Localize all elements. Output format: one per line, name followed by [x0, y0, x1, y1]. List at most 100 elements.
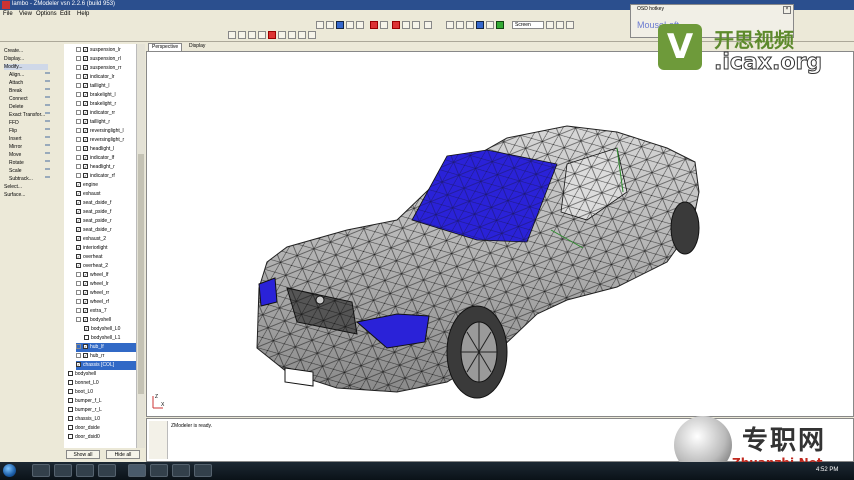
menu-file[interactable]: File [3, 11, 13, 17]
visibility-checkbox[interactable]: ✓ [76, 254, 81, 260]
cmd-align[interactable]: Align... [9, 72, 24, 78]
visibility-checkbox[interactable] [68, 434, 73, 440]
axis-x-icon[interactable] [546, 21, 554, 29]
view-mode-select[interactable]: Screen [512, 21, 544, 29]
expand-icon[interactable] [76, 101, 81, 107]
tree-item[interactable]: ✓ headlight_r [76, 163, 138, 172]
visibility-checkbox[interactable]: ✓ [83, 74, 88, 80]
tree-item[interactable]: ✓ headlight_l [76, 145, 138, 154]
cmd-connect[interactable]: Connect [9, 96, 28, 102]
visibility-checkbox[interactable] [68, 425, 73, 431]
expand-icon[interactable] [76, 92, 81, 98]
cmd-flip[interactable]: Flip [9, 128, 17, 134]
tree-item[interactable]: ✓ wheel_lr [76, 280, 138, 289]
tree-item[interactable]: ✓ overheat [76, 253, 138, 262]
tree-item[interactable]: ✓ seat_pside_r [76, 217, 138, 226]
expand-icon[interactable] [76, 56, 81, 62]
menu-edit[interactable]: Edit [60, 11, 70, 17]
tree-item[interactable]: boot_L0 [68, 388, 138, 397]
visibility-checkbox[interactable]: ✓ [76, 209, 81, 215]
expand-icon[interactable] [76, 281, 81, 287]
view-left-icon[interactable] [248, 31, 256, 39]
save-file-icon[interactable] [336, 21, 344, 29]
visibility-checkbox[interactable]: ✓ [76, 191, 81, 197]
visibility-checkbox[interactable]: ✓ [83, 164, 88, 170]
tree-item[interactable]: ✓ suspension_rr [76, 64, 138, 73]
expand-icon[interactable] [76, 47, 81, 53]
visibility-checkbox[interactable]: ✓ [83, 299, 88, 305]
taskbar-app-explorer-icon[interactable] [32, 464, 50, 477]
expand-icon[interactable] [76, 65, 81, 71]
cmd-exact-transform[interactable]: Exact Transfor... [9, 112, 45, 118]
cmd-insert[interactable]: Insert [9, 136, 22, 142]
menu-help[interactable]: Help [77, 11, 89, 17]
tree-item[interactable]: ✓ chassis [COL] [76, 361, 138, 370]
tree-item[interactable]: ✓ bodyshell [76, 316, 138, 325]
tree-item[interactable]: bonnet_L0 [68, 379, 138, 388]
tree-item[interactable]: ✓ indicator_rf [76, 172, 138, 181]
tree-item[interactable]: ✓ brakelight_r [76, 100, 138, 109]
visibility-checkbox[interactable]: ✓ [83, 281, 88, 287]
tree-item[interactable]: ✓ overheat_2 [76, 262, 138, 271]
cmd-scale[interactable]: Scale [9, 168, 22, 174]
show-all-button[interactable]: Show all [66, 450, 100, 459]
taskbar-app-tool-icon[interactable] [172, 464, 190, 477]
help-icon[interactable] [424, 21, 432, 29]
tree-item[interactable]: ✓ wheel_rr [76, 289, 138, 298]
visibility-checkbox[interactable] [68, 371, 73, 377]
view-right-icon[interactable] [258, 31, 266, 39]
tree-scroll-thumb[interactable] [138, 154, 144, 394]
expand-icon[interactable] [76, 317, 81, 323]
cmd-subtrack[interactable]: Subtrack... [9, 176, 33, 182]
toggle-icon[interactable] [412, 21, 420, 29]
tree-item[interactable]: bumper_f_L [68, 397, 138, 406]
tree-item[interactable]: door_dside [68, 424, 138, 433]
tree-item[interactable]: ✓ extra_7 [76, 307, 138, 316]
expand-icon[interactable] [76, 119, 81, 125]
tree-item[interactable]: ✓ exhaust_2 [76, 235, 138, 244]
tab-display[interactable]: Display [186, 43, 208, 50]
tree-item[interactable]: bumper_r_L [68, 406, 138, 415]
visibility-checkbox[interactable]: ✓ [83, 56, 88, 62]
tree-item[interactable]: bodyshell [68, 370, 138, 379]
link-icon[interactable] [446, 21, 454, 29]
cmd-attach[interactable]: Attach [9, 80, 23, 86]
expand-icon[interactable] [76, 290, 81, 296]
view-persp-icon[interactable] [288, 31, 296, 39]
visibility-checkbox[interactable]: ✓ [76, 245, 81, 251]
tree-item[interactable]: ✓ interiorlight [76, 244, 138, 253]
tree-item[interactable]: ✓ reversinglight_r [76, 136, 138, 145]
visibility-checkbox[interactable] [68, 407, 73, 413]
tree-item[interactable]: ✓ suspension_rl [76, 55, 138, 64]
cmd-delete[interactable]: Delete [9, 104, 23, 110]
tree-scrollbar[interactable] [136, 44, 145, 448]
tree-item[interactable]: ✓ bodyshell_L0 [84, 325, 138, 334]
expand-icon[interactable] [76, 299, 81, 305]
visibility-checkbox[interactable] [68, 380, 73, 386]
visibility-checkbox[interactable]: ✓ [76, 200, 81, 206]
tree-item[interactable]: ✓ seat_dside_f [76, 199, 138, 208]
pan-icon[interactable] [486, 21, 494, 29]
export-icon[interactable] [356, 21, 364, 29]
expand-icon[interactable] [76, 137, 81, 143]
expand-icon[interactable] [76, 164, 81, 170]
visibility-checkbox[interactable]: ✓ [83, 137, 88, 143]
undo-icon[interactable] [370, 21, 378, 29]
tree-item[interactable]: ✓ exhaust [76, 190, 138, 199]
visibility-checkbox[interactable] [84, 335, 89, 341]
axis-z-icon[interactable] [566, 21, 574, 29]
expand-icon[interactable] [76, 74, 81, 80]
select-icon[interactable] [476, 21, 484, 29]
snap-icon[interactable] [466, 21, 474, 29]
taskbar-app-paint-icon[interactable] [194, 464, 212, 477]
expand-icon[interactable] [76, 173, 81, 179]
visibility-checkbox[interactable]: ✓ [76, 263, 81, 269]
tree-item[interactable]: ✓ wheel_rf [76, 298, 138, 307]
visibility-checkbox[interactable]: ✓ [83, 344, 88, 350]
visibility-checkbox[interactable]: ✓ [83, 317, 88, 323]
tree-item[interactable]: ✓ wheel_lf [76, 271, 138, 280]
bind-icon[interactable] [456, 21, 464, 29]
settings-icon[interactable] [402, 21, 410, 29]
taskbar-app-recorder-icon[interactable] [150, 464, 168, 477]
cmd-surface[interactable]: Surface... [4, 192, 25, 198]
